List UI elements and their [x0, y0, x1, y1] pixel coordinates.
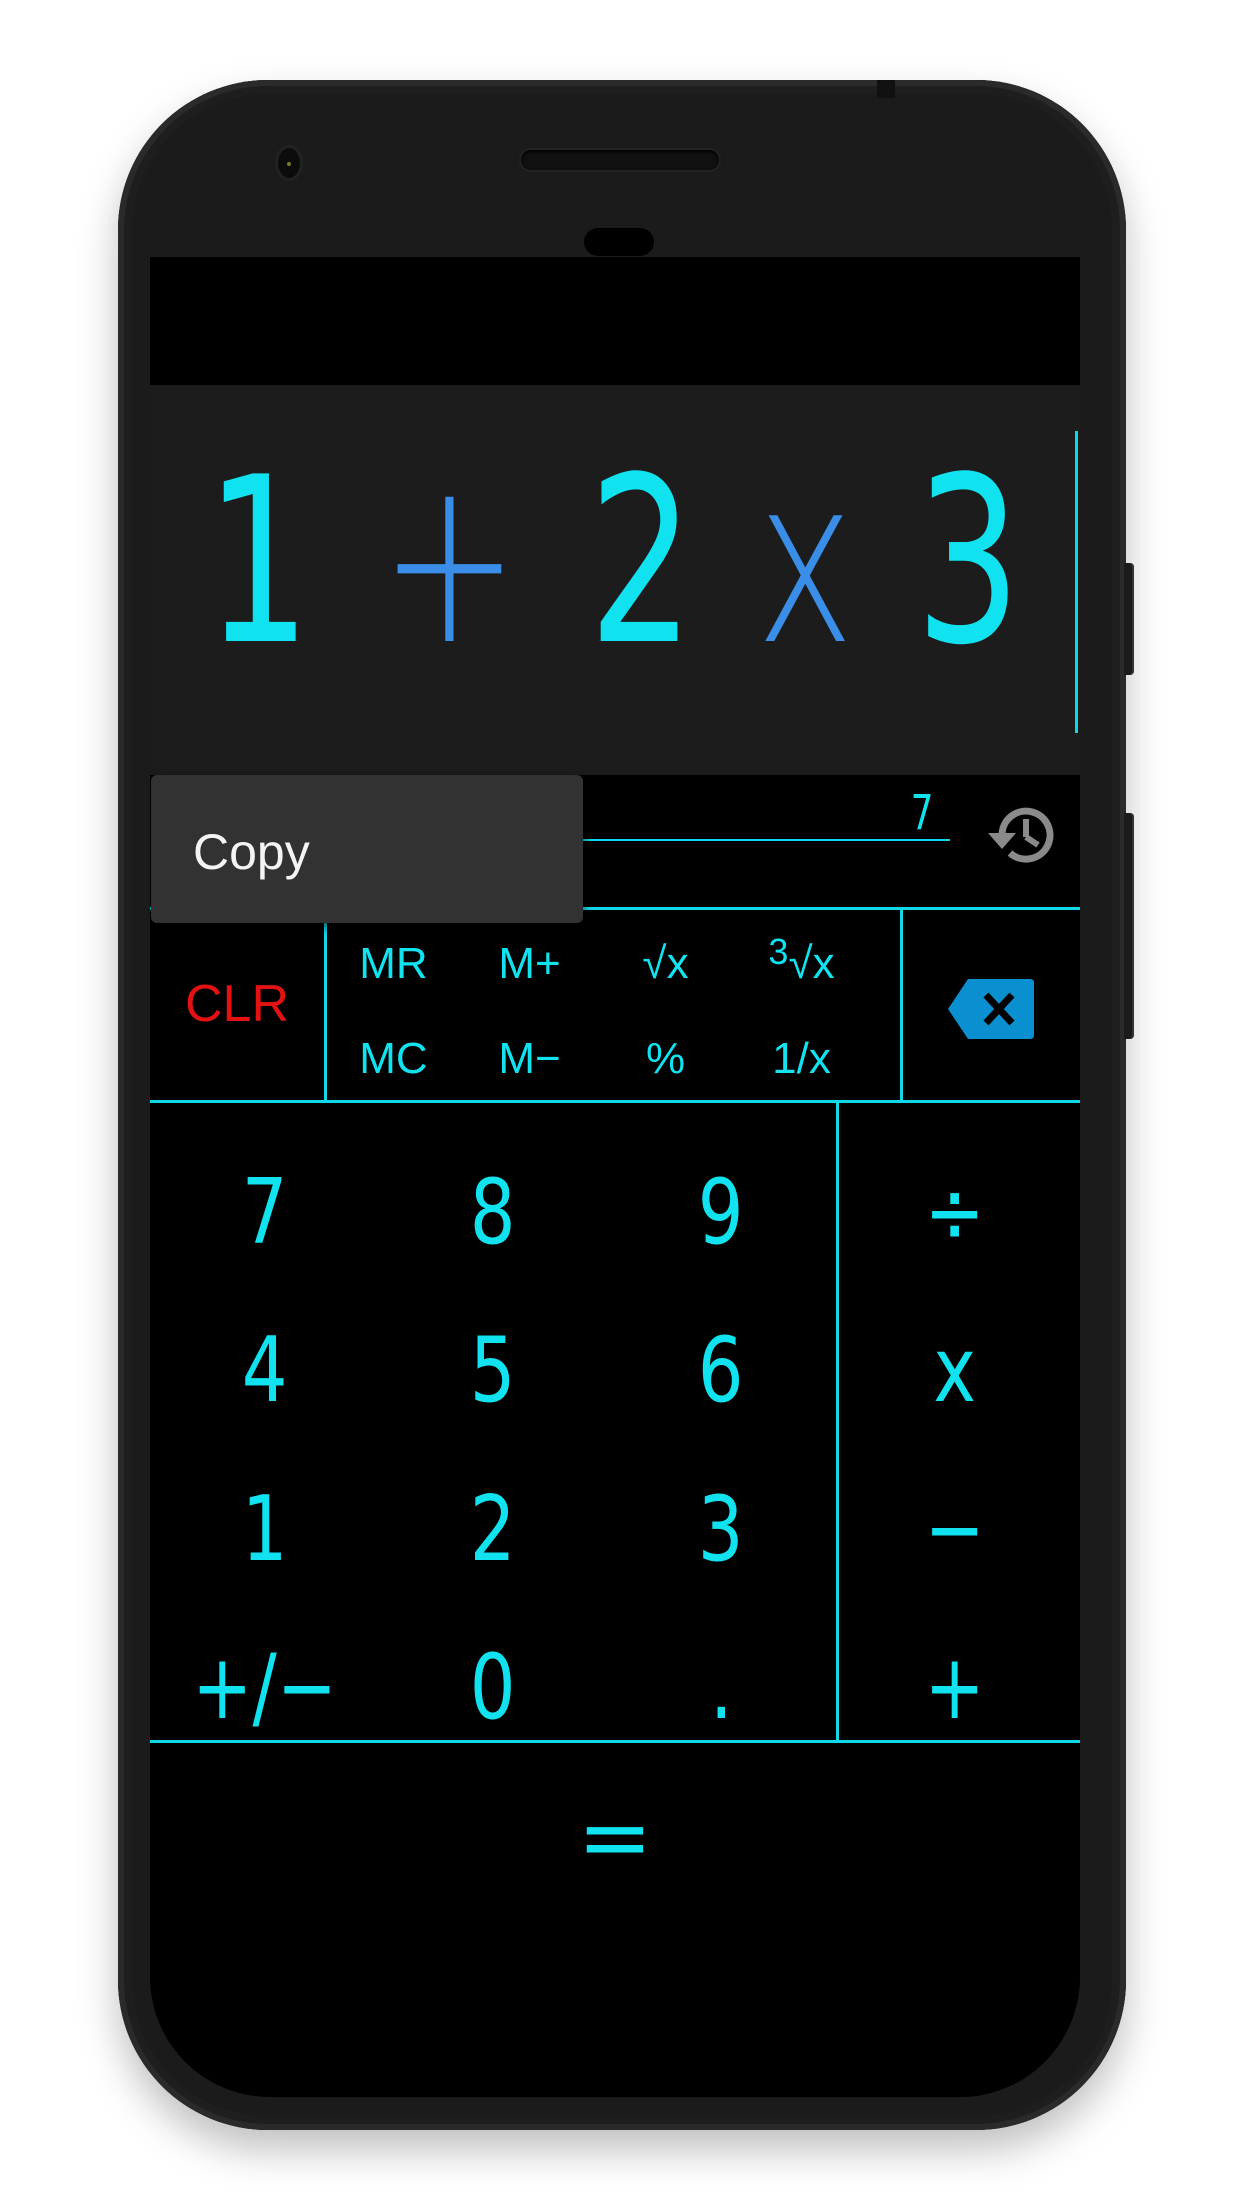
key-7[interactable]: 7 [150, 1132, 380, 1292]
memory-add-button[interactable]: M+ [462, 919, 597, 1009]
equals-button[interactable]: = [150, 1742, 1080, 1932]
divider [836, 1103, 839, 1740]
memory-clear-button[interactable]: MC [326, 1014, 461, 1104]
expr-token-digit: 2 [588, 428, 710, 696]
key-multiply[interactable]: x [840, 1290, 1070, 1450]
earpiece-speaker [521, 150, 719, 170]
key-1[interactable]: 1 [150, 1449, 380, 1609]
cube-root-label: √x [788, 939, 835, 988]
square-root-button[interactable]: √x [598, 919, 733, 1009]
key-label: 8 [470, 1159, 516, 1265]
key-3[interactable]: 3 [606, 1449, 836, 1609]
status-bar [150, 257, 1080, 385]
backspace-icon [948, 979, 1034, 1039]
phone-antenna-line [877, 80, 895, 98]
key-divide[interactable]: ÷ [840, 1132, 1070, 1292]
key-label: 6 [698, 1317, 744, 1423]
expr-token-digit: 1 [205, 428, 327, 696]
key-label: 2 [470, 1476, 516, 1582]
key-label: 0 [470, 1634, 516, 1740]
key-label: − [924, 1476, 986, 1582]
copy-menu-item[interactable]: Copy [193, 823, 310, 881]
key-2[interactable]: 2 [378, 1449, 608, 1609]
key-label: . [709, 1634, 733, 1740]
key-label: + [924, 1634, 986, 1740]
percent-button[interactable]: % [598, 1014, 733, 1104]
key-label: 3 [698, 1476, 744, 1582]
proximity-sensor [584, 228, 654, 256]
key-label: +/− [192, 1634, 338, 1740]
reciprocal-button[interactable]: 1/x [734, 1014, 869, 1104]
backspace-button[interactable] [946, 977, 1036, 1041]
cube-root-index: 3 [768, 931, 789, 972]
key-8[interactable]: 8 [378, 1132, 608, 1292]
expression-display[interactable]: 1 + 2 x 3 [150, 385, 1080, 775]
screen: 1 + 2 x 3 7 Copy CLR MR M+ √x 3 √x MC M− … [150, 257, 1080, 2097]
volume-button [1124, 813, 1134, 1039]
key-label: ÷ [924, 1159, 986, 1265]
expr-token-operator: + [380, 428, 536, 696]
key-5[interactable]: 5 [378, 1290, 608, 1450]
key-label: 9 [698, 1159, 744, 1265]
memory-recall-button[interactable]: MR [326, 919, 461, 1009]
equals-label: = [577, 1784, 653, 1890]
key-9[interactable]: 9 [606, 1132, 836, 1292]
history-button[interactable] [980, 795, 1060, 875]
clear-button[interactable]: CLR [150, 907, 324, 1100]
key-label: 7 [242, 1159, 288, 1265]
text-cursor [1075, 431, 1078, 733]
memory-subtract-button[interactable]: M− [462, 1014, 597, 1104]
copy-context-menu: Copy [151, 775, 583, 923]
cube-root-button[interactable]: 3 √x [734, 919, 869, 1009]
key-label: 1 [242, 1476, 288, 1582]
front-camera [278, 148, 300, 178]
expression-text[interactable]: 1 + 2 x 3 [182, 429, 1060, 696]
history-icon [988, 807, 1054, 863]
expr-token-digit: 3 [915, 428, 1037, 696]
key-label: x [933, 1317, 977, 1423]
result-preview: 7 [911, 785, 934, 841]
key-4[interactable]: 4 [150, 1290, 380, 1450]
power-button [1124, 563, 1134, 675]
key-subtract[interactable]: − [840, 1449, 1070, 1609]
key-label: 4 [242, 1317, 288, 1423]
key-label: 5 [470, 1317, 516, 1423]
key-6[interactable]: 6 [606, 1290, 836, 1450]
divider [900, 907, 903, 1100]
expr-token-operator: x [755, 428, 870, 696]
